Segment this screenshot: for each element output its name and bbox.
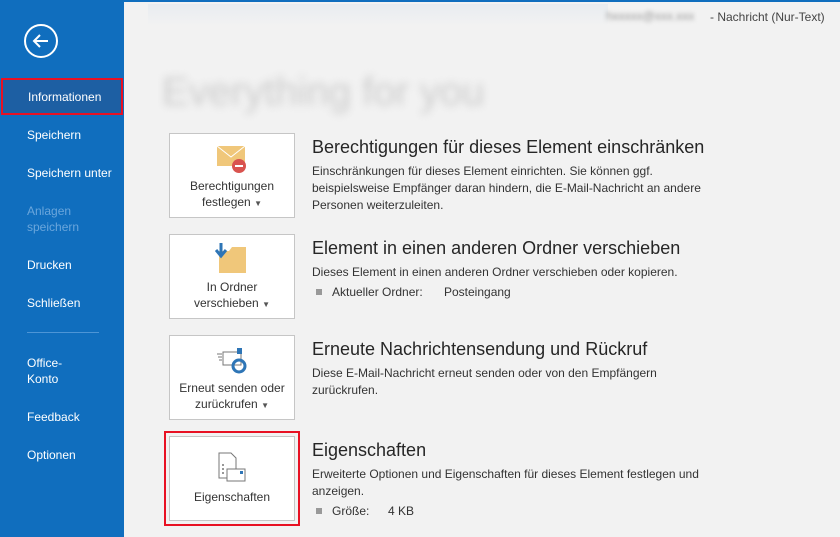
- sidebar-item-anlagen-speichern: Anlagen speichern: [27, 204, 80, 234]
- section-title: Element in einen anderen Ordner verschie…: [312, 238, 681, 258]
- berechtigungen-festlegen-button[interactable]: Berechtigungen festlegen ▼: [169, 133, 295, 218]
- move-to-folder-icon: [215, 243, 246, 273]
- resend-recall-icon: [217, 348, 247, 374]
- section-berechtigungen: Berechtigungen für dieses Element einsch…: [312, 137, 732, 214]
- properties-icon: [218, 452, 246, 482]
- in-ordner-verschieben-button[interactable]: In Ordner verschieben ▼: [169, 234, 295, 319]
- section-erneut-senden: Erneute Nachrichtensendung und Rückruf D…: [312, 339, 732, 399]
- sidebar-item-optionen[interactable]: Optionen: [0, 447, 124, 463]
- dropdown-caret-icon: ▼: [254, 199, 262, 208]
- button-label: In Ordner verschieben: [194, 280, 259, 310]
- window-title-account: hxxxxx@xxx.xxx: [606, 9, 695, 23]
- backstage-sidebar: Informationen Speichern Speichern unter …: [0, 0, 124, 537]
- button-label: Eigenschaften: [193, 490, 271, 504]
- bullet-icon: [316, 508, 322, 514]
- section-description: Erweiterte Optionen und Eigenschaften fü…: [312, 467, 699, 498]
- section-description: Einschränkungen für dieses Element einri…: [312, 164, 701, 212]
- bullet-icon: [316, 289, 322, 295]
- property-value: 4 KB: [388, 504, 415, 518]
- sidebar-item-feedback[interactable]: Feedback: [0, 409, 124, 425]
- title-bar: [148, 4, 608, 26]
- sidebar-item-speichern[interactable]: Speichern: [0, 127, 124, 143]
- section-verschieben: Element in einen anderen Ordner verschie…: [312, 238, 732, 299]
- envelope-restrict-icon: [216, 145, 246, 173]
- property-label: Aktueller Ordner:: [332, 285, 423, 299]
- sidebar-item-speichern-unter[interactable]: Speichern unter: [0, 165, 124, 181]
- top-border: [0, 0, 840, 2]
- section-title: Erneute Nachrichtensendung und Rückruf: [312, 339, 648, 359]
- property-label: Größe:: [332, 504, 370, 518]
- sidebar-item-informationen[interactable]: Informationen: [1, 78, 123, 115]
- dropdown-caret-icon: ▼: [262, 300, 270, 309]
- section-description: Dieses Element in einen anderen Ordner v…: [312, 265, 678, 279]
- property-value: Posteingang: [444, 285, 511, 299]
- back-button[interactable]: [24, 24, 58, 58]
- sidebar-item-schliessen[interactable]: Schließen: [0, 295, 124, 311]
- sidebar-item-drucken[interactable]: Drucken: [0, 257, 124, 273]
- sidebar-divider: [27, 332, 99, 333]
- arrow-left-icon: [32, 34, 48, 48]
- section-title: Eigenschaften: [312, 440, 427, 460]
- sidebar-item-office-konto[interactable]: Office-Konto: [0, 355, 80, 387]
- section-title: Berechtigungen für dieses Element einsch…: [312, 137, 705, 157]
- dropdown-caret-icon: ▼: [261, 401, 269, 410]
- section-eigenschaften: Eigenschaften Erweiterte Optionen und Ei…: [312, 440, 732, 518]
- erneut-senden-button[interactable]: Erneut senden oder zurückrufen ▼: [169, 335, 295, 420]
- eigenschaften-button[interactable]: Eigenschaften: [164, 431, 300, 526]
- window-title: - Nachricht (Nur-Text): [710, 10, 825, 24]
- section-description: Diese E-Mail-Nachricht erneut senden ode…: [312, 366, 657, 397]
- page-heading: Everything for you: [162, 70, 485, 114]
